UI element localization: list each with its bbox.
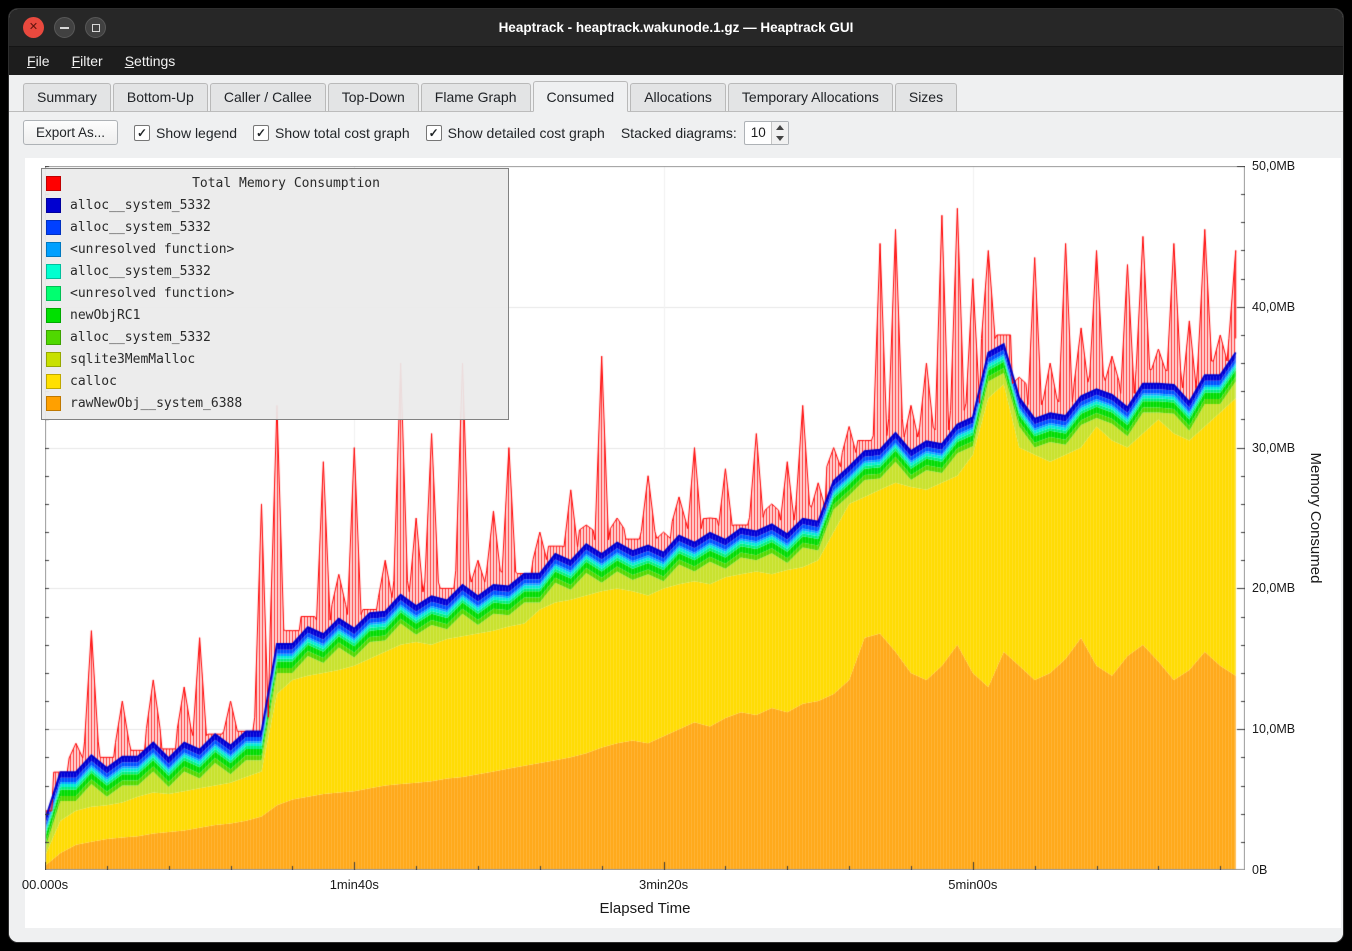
legend-item-label: alloc__system_5332: [70, 264, 211, 279]
legend-color-swatch: [46, 176, 61, 191]
window-controls: ✕: [23, 9, 106, 46]
legend-title-row: Total Memory Consumption: [46, 172, 502, 194]
legend-color-swatch: [46, 396, 61, 411]
stacked-diagrams-label: Stacked diagrams:: [621, 125, 737, 141]
legend-item: newObjRC1: [46, 304, 502, 326]
legend-color-swatch: [46, 220, 61, 235]
checkbox-label: Show detailed cost graph: [448, 125, 605, 141]
x-axis-tick-label: 5min00s: [948, 877, 997, 892]
tab-bottom-up[interactable]: Bottom-Up: [113, 83, 208, 112]
legend-color-swatch: [46, 308, 61, 323]
tab-caller-callee[interactable]: Caller / Callee: [210, 83, 326, 112]
maximize-button[interactable]: [85, 17, 106, 38]
x-axis-title: Elapsed Time: [600, 900, 691, 917]
show-detailed-cost-graph-checkbox[interactable]: Show detailed cost graph: [426, 125, 605, 141]
tab-bar: Summary Bottom-Up Caller / Callee Top-Do…: [9, 75, 1343, 112]
checkmark-icon: [253, 125, 269, 141]
legend-color-swatch: [46, 242, 61, 257]
legend-item: alloc__system_5332: [46, 260, 502, 282]
window-title: Heaptrack - heaptrack.wakunode.1.gz — He…: [9, 20, 1343, 35]
heaptrack-window: ✕ Heaptrack - heaptrack.wakunode.1.gz — …: [8, 8, 1344, 943]
x-axis-tick-label: 1min40s: [330, 877, 379, 892]
legend-color-swatch: [46, 198, 61, 213]
spinbox-arrows: [771, 122, 788, 144]
legend-item: <unresolved function>: [46, 238, 502, 260]
tab-top-down[interactable]: Top-Down: [328, 83, 419, 112]
tab-sizes[interactable]: Sizes: [895, 83, 957, 112]
tab-allocations[interactable]: Allocations: [630, 83, 726, 112]
chart-toolbar: Export As... Show legend Show total cost…: [9, 112, 1343, 153]
checkbox-label: Show legend: [156, 125, 237, 141]
legend-item: rawNewObj__system_6388: [46, 392, 502, 414]
chart-legend: Total Memory Consumption alloc__system_53…: [41, 168, 509, 420]
y-axis-tick-label: 40,0MB: [1252, 300, 1295, 314]
y-axis-tick-label: 20,0MB: [1252, 581, 1295, 595]
close-icon: ✕: [29, 22, 38, 33]
x-axis-tick-label: 00.000s: [22, 877, 68, 892]
show-total-cost-graph-checkbox[interactable]: Show total cost graph: [253, 125, 410, 141]
menu-filter[interactable]: Filter: [62, 49, 113, 73]
show-legend-checkbox[interactable]: Show legend: [134, 125, 237, 141]
legend-item: alloc__system_5332: [46, 216, 502, 238]
minimize-icon: [60, 27, 69, 29]
tab-summary[interactable]: Summary: [23, 83, 111, 112]
spin-down-button[interactable]: [772, 133, 788, 144]
legend-color-swatch: [46, 264, 61, 279]
stacked-diagrams-value: 10: [745, 122, 771, 144]
minimize-button[interactable]: [54, 17, 75, 38]
tab-flame-graph[interactable]: Flame Graph: [421, 83, 531, 112]
menubar: File Filter Settings: [9, 47, 1343, 75]
legend-color-swatch: [46, 330, 61, 345]
checkbox-label: Show total cost graph: [275, 125, 410, 141]
legend-title: Total Memory Consumption: [70, 176, 502, 191]
close-button[interactable]: ✕: [23, 17, 44, 38]
legend-item-label: <unresolved function>: [70, 242, 234, 257]
legend-color-swatch: [46, 374, 61, 389]
menu-file[interactable]: File: [17, 49, 60, 73]
y-axis-title: Memory Consumed: [1307, 453, 1324, 584]
legend-item: calloc: [46, 370, 502, 392]
tab-temporary-allocations[interactable]: Temporary Allocations: [728, 83, 893, 112]
legend-item-label: alloc__system_5332: [70, 330, 211, 345]
legend-item-label: sqlite3MemMalloc: [70, 352, 195, 367]
y-axis-tick-label: 50,0MB: [1252, 159, 1295, 173]
legend-item: alloc__system_5332: [46, 326, 502, 348]
chevron-up-icon: [776, 125, 784, 130]
y-axis-tick-label: 0B: [1252, 863, 1267, 877]
legend-item-label: alloc__system_5332: [70, 220, 211, 235]
spin-up-button[interactable]: [772, 122, 788, 133]
export-as-button[interactable]: Export As...: [23, 120, 118, 145]
legend-item: alloc__system_5332: [46, 194, 502, 216]
legend-item-label: alloc__system_5332: [70, 198, 211, 213]
main-content: Summary Bottom-Up Caller / Callee Top-Do…: [9, 75, 1343, 942]
consumed-chart-widget: 0B 10,0MB 20,0MB 30,0MB 40,0MB 50,0MB 00.000s 1…: [25, 158, 1341, 928]
checkmark-icon: [134, 125, 150, 141]
tab-consumed[interactable]: Consumed: [533, 81, 629, 112]
stacked-diagrams-group: Stacked diagrams: 10: [621, 121, 789, 145]
legend-item: sqlite3MemMalloc: [46, 348, 502, 370]
stacked-diagrams-spinbox[interactable]: 10: [744, 121, 789, 145]
checkmark-icon: [426, 125, 442, 141]
y-axis-tick-label: 10,0MB: [1252, 722, 1295, 736]
legend-color-swatch: [46, 352, 61, 367]
maximize-icon: [92, 24, 100, 32]
legend-item-label: newObjRC1: [70, 308, 140, 323]
x-axis-tick-label: 3min20s: [639, 877, 688, 892]
legend-item-label: <unresolved function>: [70, 286, 234, 301]
titlebar: ✕ Heaptrack - heaptrack.wakunode.1.gz — …: [9, 9, 1343, 47]
menu-settings[interactable]: Settings: [115, 49, 186, 73]
legend-item-label: rawNewObj__system_6388: [70, 396, 242, 411]
legend-item: <unresolved function>: [46, 282, 502, 304]
legend-item-label: calloc: [70, 374, 117, 389]
legend-color-swatch: [46, 286, 61, 301]
y-axis-tick-label: 30,0MB: [1252, 441, 1295, 455]
chevron-down-icon: [776, 136, 784, 141]
